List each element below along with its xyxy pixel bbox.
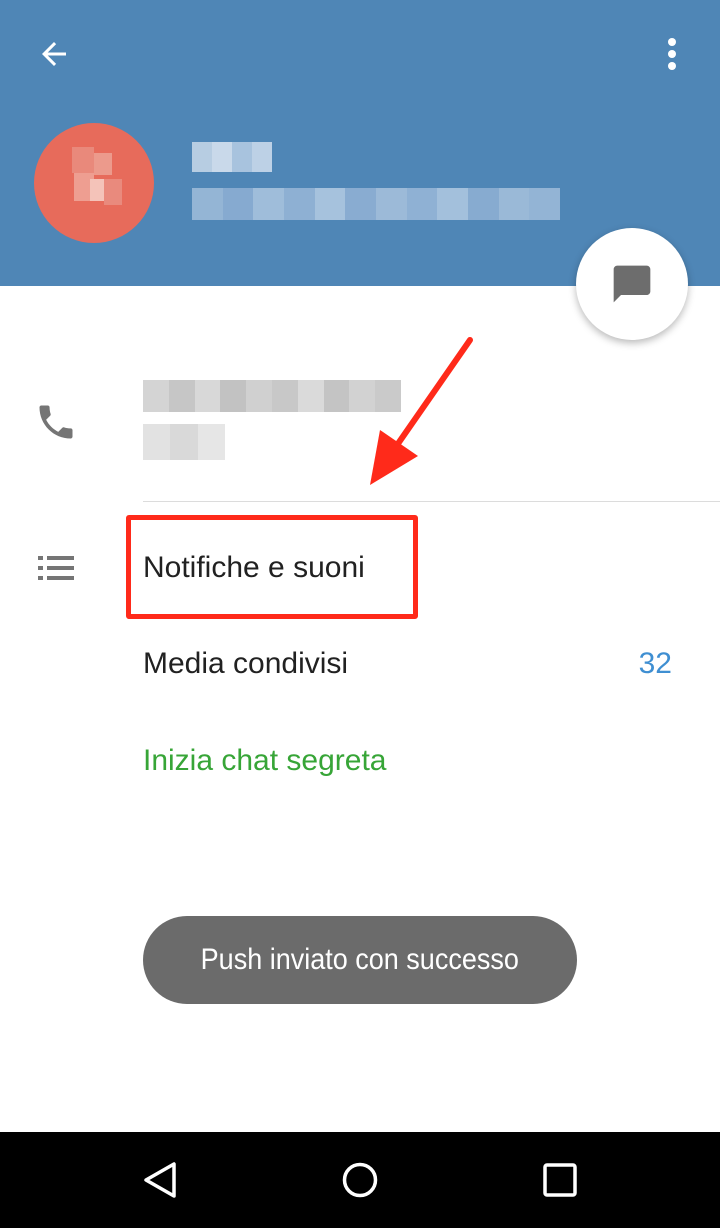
start-secret-chat-item[interactable]: Inizia chat segreta	[0, 715, 720, 805]
shared-media-item[interactable]: Media condivisi 32	[0, 618, 720, 708]
avatar[interactable]	[34, 123, 154, 243]
phone-icon	[39, 405, 73, 439]
back-button[interactable]	[22, 22, 86, 86]
contact-name-redacted	[192, 142, 272, 172]
phone-label-redacted	[143, 424, 225, 460]
more-vertical-icon	[668, 38, 676, 70]
nav-back-button[interactable]	[112, 1132, 208, 1228]
chat-bubble-icon	[613, 265, 651, 303]
triangle-back-icon	[144, 1162, 176, 1198]
square-recent-icon	[543, 1163, 577, 1197]
start-secret-chat-label: Inizia chat segreta	[143, 744, 387, 777]
nav-home-button[interactable]	[312, 1132, 408, 1228]
toast-text: Push inviato con successo	[200, 943, 520, 976]
more-options-button[interactable]	[640, 22, 704, 86]
system-navigation-bar	[0, 1132, 720, 1228]
circle-home-icon	[342, 1162, 378, 1198]
nav-recent-apps-button[interactable]	[512, 1132, 608, 1228]
annotation-highlight-box	[126, 515, 418, 619]
send-message-button[interactable]	[576, 228, 688, 340]
contact-status-redacted	[192, 188, 561, 220]
shared-media-count: 32	[638, 647, 672, 680]
divider	[143, 501, 720, 502]
arrow-left-icon	[42, 42, 66, 66]
annotation-arrow-icon	[370, 337, 473, 485]
toast-message: Push inviato con successo	[143, 916, 577, 1004]
shared-media-label: Media condivisi	[143, 647, 349, 680]
